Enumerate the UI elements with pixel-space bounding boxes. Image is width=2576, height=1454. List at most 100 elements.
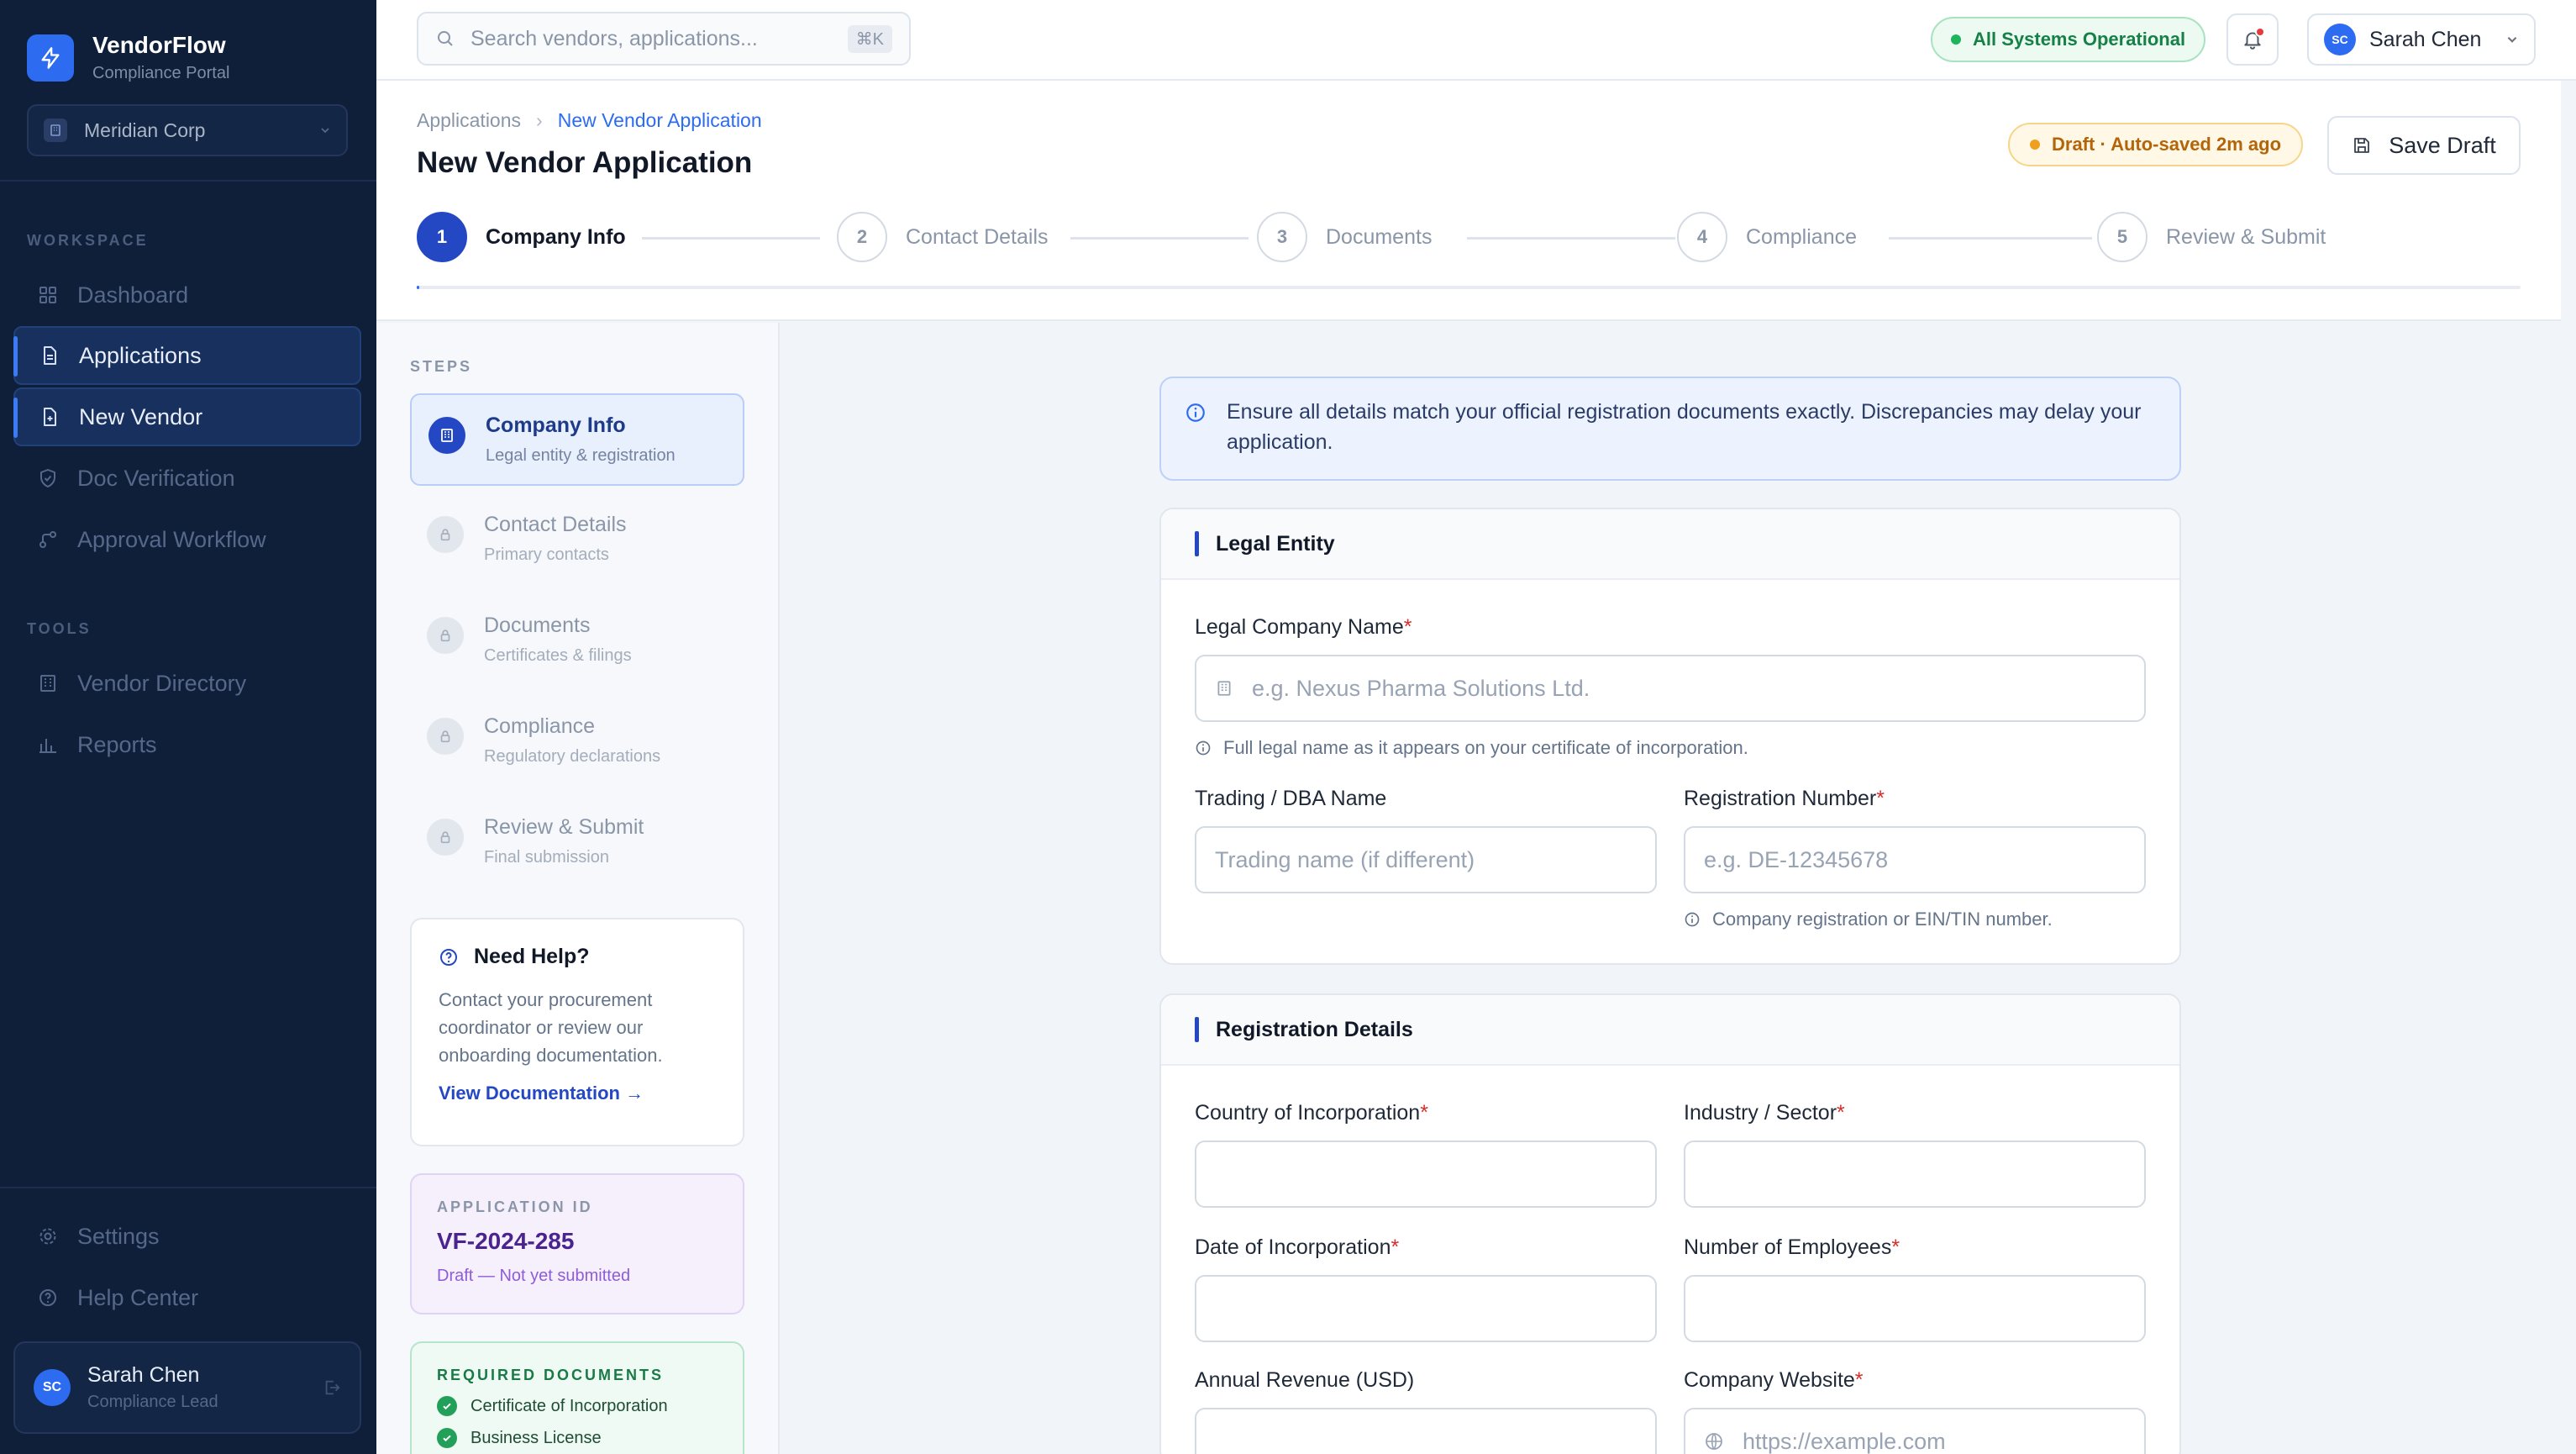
document-name: Business License	[471, 1428, 602, 1447]
nav-label: Dashboard	[77, 282, 189, 308]
registration-number-field: Registration Number* e.g. DE-12345678 Co…	[1684, 787, 2146, 930]
search-icon	[438, 31, 453, 46]
stepper: 1 Company Info 2 Contact Details 3 Docum…	[417, 212, 2559, 266]
country-field: Country of Incorporation*	[1195, 1101, 1657, 1208]
divider	[0, 180, 376, 182]
lock-icon	[427, 617, 464, 654]
step-number: 1	[417, 212, 467, 262]
step-connector	[1889, 237, 2092, 240]
step-label: Review & Submit	[2166, 224, 2326, 249]
document-icon	[39, 345, 60, 366]
tools-section-label: TOOLS	[27, 620, 92, 637]
side-step-title: Company Info	[486, 414, 626, 437]
page-title: New Vendor Application	[417, 146, 753, 179]
lightning-logo-icon	[27, 34, 74, 82]
nav-dashboard[interactable]: Dashboard	[13, 266, 361, 324]
chevron-down-icon	[2507, 36, 2517, 43]
required-marker: *	[1420, 1101, 1428, 1125]
nav-vendor-directory[interactable]: Vendor Directory	[13, 654, 361, 713]
step-documents[interactable]: 3 Documents	[1257, 212, 1432, 262]
nav-doc-verification[interactable]: Doc Verification	[13, 449, 361, 508]
sidebar-user-card[interactable]: SC Sarah Chen Compliance Lead	[13, 1341, 361, 1434]
notifications-button[interactable]	[2226, 13, 2279, 66]
org-switcher[interactable]: Meridian Corp	[27, 104, 348, 156]
step-label: Company Info	[486, 224, 626, 249]
check-circle-icon	[437, 1428, 457, 1448]
trading-name-input[interactable]: Trading name (if different)	[1195, 826, 1657, 893]
side-step-compliance[interactable]: Compliance Regulatory declarations	[410, 696, 744, 788]
website-field: Company Website* https://example.com	[1684, 1368, 2146, 1454]
nav-applications[interactable]: Applications	[13, 326, 361, 385]
user-menu[interactable]: SC Sarah Chen	[2307, 13, 2536, 66]
side-step-subtitle: Certificates & filings	[484, 646, 632, 665]
required-documents-card: REQUIRED DOCUMENTS Certificate of Incorp…	[410, 1341, 744, 1454]
check-circle-icon	[437, 1396, 457, 1416]
annual-revenue-field: Annual Revenue (USD)	[1195, 1368, 1657, 1454]
breadcrumb: Applications › New Vendor Application	[417, 109, 762, 132]
field-label: Industry / Sector	[1684, 1101, 1837, 1125]
step-review-submit[interactable]: 5 Review & Submit	[2097, 212, 2326, 262]
save-icon	[2354, 138, 2370, 153]
nav-approval-workflow[interactable]: Approval Workflow	[13, 510, 361, 569]
status-dot-icon	[1951, 34, 1961, 45]
registration-number-input[interactable]: e.g. DE-12345678	[1684, 826, 2146, 893]
step-number: 5	[2097, 212, 2148, 262]
side-step-review-submit[interactable]: Review & Submit Final submission	[410, 797, 744, 889]
grid-icon	[37, 284, 59, 306]
nav-label: Approval Workflow	[77, 526, 266, 552]
nav-settings[interactable]: Settings	[13, 1207, 361, 1266]
nav-new-vendor[interactable]: New Vendor	[13, 387, 361, 446]
form-area: Ensure all details match your official r…	[781, 323, 2576, 1454]
application-id: VF-2024-285	[437, 1228, 575, 1254]
step-compliance[interactable]: 4 Compliance	[1677, 212, 1857, 262]
list-item: Certificate of Incorporation	[437, 1396, 718, 1416]
avatar: SC	[2324, 24, 2356, 55]
app-subtitle: Compliance Portal	[92, 64, 230, 82]
country-select[interactable]	[1195, 1141, 1657, 1208]
industry-select[interactable]	[1684, 1141, 2146, 1208]
search-box[interactable]: Search vendors, applications... ⌘K	[417, 12, 911, 66]
step-connector	[642, 237, 820, 240]
legal-company-name-input[interactable]: e.g. Nexus Pharma Solutions Ltd.	[1195, 655, 2146, 722]
side-step-documents[interactable]: Documents Certificates & filings	[410, 595, 744, 687]
step-label: Compliance	[1746, 224, 1858, 249]
field-hint: Company registration or EIN/TIN number.	[1712, 909, 2053, 930]
side-step-company-info[interactable]: Company Info Legal entity & registration	[410, 393, 744, 486]
view-documentation-link[interactable]: View Documentation →	[439, 1083, 716, 1104]
input-placeholder: e.g. Nexus Pharma Solutions Ltd.	[1252, 675, 1590, 701]
field-hint: Full legal name as it appears on your ce…	[1223, 737, 1748, 758]
logout-icon[interactable]	[323, 1378, 341, 1397]
section-title: Legal Entity	[1216, 531, 1335, 556]
application-status: Draft — Not yet submitted	[437, 1267, 631, 1285]
notice-text: Ensure all details match your official r…	[1227, 400, 2142, 454]
required-marker: *	[1837, 1101, 1845, 1125]
user-name: Sarah Chen	[2369, 27, 2482, 51]
building-icon	[44, 119, 67, 142]
nav-label: Doc Verification	[77, 465, 235, 491]
nav-label: New Vendor	[79, 403, 203, 429]
incorporation-date-input[interactable]	[1195, 1275, 1657, 1342]
search-input[interactable]: Search vendors, applications...	[471, 27, 848, 51]
employees-input[interactable]	[1684, 1275, 2146, 1342]
field-label: Registration Number	[1684, 787, 1877, 810]
nav-reports[interactable]: Reports	[13, 715, 361, 774]
building-icon	[428, 417, 465, 454]
breadcrumb-link[interactable]: Applications	[417, 109, 521, 132]
lock-icon	[427, 819, 464, 856]
topbar: Search vendors, applications... ⌘K All S…	[376, 0, 2576, 81]
application-id-label: APPLICATION ID	[437, 1198, 593, 1215]
nav-help-center[interactable]: Help Center	[13, 1268, 361, 1327]
building-icon	[1215, 679, 1233, 698]
status-dot-icon	[2030, 140, 2040, 150]
step-contact-details[interactable]: 2 Contact Details	[837, 212, 1049, 262]
annual-revenue-input[interactable]	[1195, 1408, 1657, 1454]
help-circle-icon	[440, 948, 457, 966]
save-draft-button[interactable]: Save Draft	[2327, 116, 2521, 175]
step-company-info[interactable]: 1 Company Info	[417, 212, 626, 262]
side-step-subtitle: Final submission	[484, 848, 609, 867]
info-notice: Ensure all details match your official r…	[1159, 377, 2181, 481]
section-accent	[1195, 1017, 1199, 1042]
website-input[interactable]: https://example.com	[1684, 1408, 2146, 1454]
side-step-contact-details[interactable]: Contact Details Primary contacts	[410, 494, 744, 587]
progress-bar	[417, 286, 2521, 289]
